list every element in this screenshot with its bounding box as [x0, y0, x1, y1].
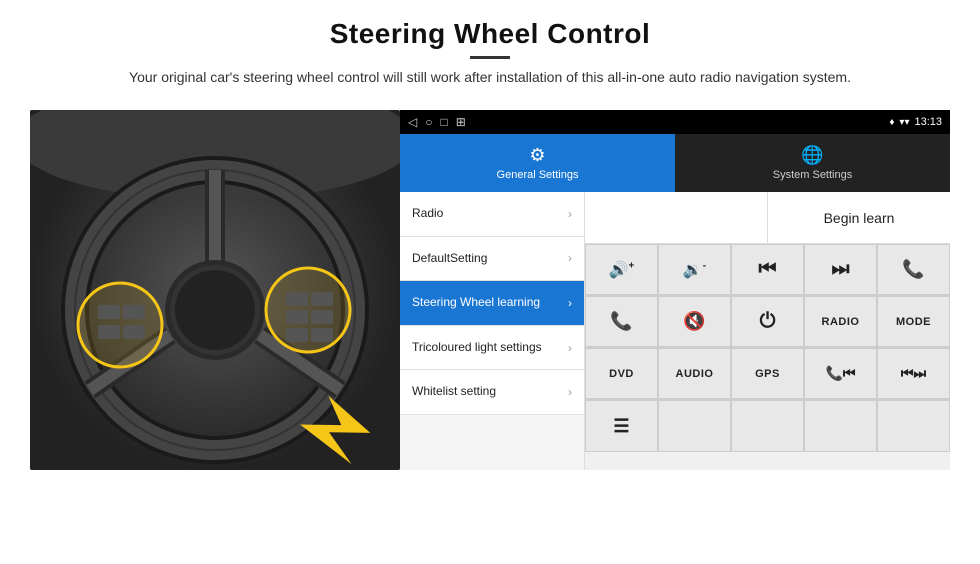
answer-icon: 📞	[610, 311, 632, 332]
volume-down-icon: 🔉-	[683, 260, 706, 280]
mute-button[interactable]: 🔇	[658, 296, 731, 347]
page-subtitle: Your original car's steering wheel contr…	[129, 67, 851, 88]
home-nav-icon[interactable]: ○	[425, 115, 432, 129]
menu-item-steering-wheel[interactable]: Steering Wheel learning ›	[400, 281, 584, 326]
title-divider	[470, 56, 510, 59]
begin-learn-button[interactable]: Begin learn	[768, 192, 950, 243]
mode-label: MODE	[896, 316, 931, 328]
menu-nav-icon[interactable]: ⊞	[456, 115, 466, 129]
back-nav-icon[interactable]: ◁	[408, 115, 417, 129]
prev-track-button[interactable]: ⏮	[731, 244, 804, 295]
dvd-label: DVD	[609, 368, 634, 380]
dvd-button[interactable]: DVD	[585, 348, 658, 399]
page-container: Steering Wheel Control Your original car…	[0, 0, 980, 564]
answer-button[interactable]: 📞	[585, 296, 658, 347]
empty-slot	[585, 192, 768, 243]
volume-down-button[interactable]: 🔉-	[658, 244, 731, 295]
tab-bar: ⚙ General Settings 🌐 System Settings	[400, 134, 950, 192]
chevron-right-icon: ›	[568, 251, 572, 265]
chevron-right-icon: ›	[568, 385, 572, 399]
tab-system-label: System Settings	[773, 169, 852, 181]
settings-menu: Radio › DefaultSetting › Steering Wheel …	[400, 192, 585, 470]
next-track-button[interactable]: ⏭	[804, 244, 877, 295]
menu-item-tricolour[interactable]: Tricoloured light settings ›	[400, 326, 584, 371]
controls-top-row: Begin learn	[585, 192, 950, 244]
android-panel: ◁ ○ □ ⊞ ♦ ▾▾ 13:13 ⚙ General Settings	[400, 110, 950, 470]
prev-track-icon: ⏮	[759, 258, 777, 281]
volume-up-button[interactable]: 🔊+	[585, 244, 658, 295]
status-bar-right: ♦ ▾▾ 13:13	[889, 116, 942, 128]
skip-button[interactable]: ⏮⏭	[877, 348, 950, 399]
mute-icon: 🔇	[683, 311, 705, 332]
audio-label: AUDIO	[676, 368, 714, 380]
radio-label: RADIO	[822, 316, 860, 328]
empty-btn-3	[731, 400, 804, 452]
radio-mode-button[interactable]: RADIO	[804, 296, 877, 347]
globe-settings-icon: 🌐	[801, 145, 823, 166]
volume-up-icon: 🔊+	[609, 260, 635, 280]
page-title: Steering Wheel Control	[129, 18, 851, 50]
gps-button[interactable]: GPS	[731, 348, 804, 399]
menu-item-whitelist[interactable]: Whitelist setting ›	[400, 370, 584, 415]
status-time: 13:13	[914, 116, 942, 128]
empty-btn-5	[877, 400, 950, 452]
content-area: ◁ ○ □ ⊞ ♦ ▾▾ 13:13 ⚙ General Settings	[30, 110, 950, 470]
chevron-right-icon: ›	[568, 296, 572, 310]
menu-item-radio[interactable]: Radio ›	[400, 192, 584, 237]
tab-general-settings[interactable]: ⚙ General Settings	[400, 134, 675, 192]
audio-button[interactable]: AUDIO	[658, 348, 731, 399]
skip-icon: ⏮⏭	[901, 365, 926, 382]
steering-wheel-photo	[30, 110, 400, 470]
tab-general-label: General Settings	[497, 169, 579, 181]
gear-settings-icon: ⚙	[529, 145, 545, 166]
recents-nav-icon[interactable]: □	[440, 115, 447, 129]
phone-prev-icon: 📞⏮	[825, 365, 855, 382]
mode-button[interactable]: MODE	[877, 296, 950, 347]
chevron-right-icon: ›	[568, 341, 572, 355]
steering-wheel-controls: Begin learn 🔊+ 🔉- ⏮	[585, 192, 950, 470]
location-icon: ♦	[889, 117, 894, 128]
next-track-icon: ⏭	[832, 258, 850, 281]
empty-btn-4	[804, 400, 877, 452]
phone-prev-button[interactable]: 📞⏮	[804, 348, 877, 399]
phone-button[interactable]: 📞	[877, 244, 950, 295]
android-main: Radio › DefaultSetting › Steering Wheel …	[400, 192, 950, 470]
power-button[interactable]: ⏻	[731, 296, 804, 347]
empty-btn-2	[658, 400, 731, 452]
title-section: Steering Wheel Control Your original car…	[129, 18, 851, 88]
phone-icon: 📞	[902, 259, 924, 280]
power-icon: ⏻	[760, 310, 776, 333]
gps-label: GPS	[755, 368, 780, 380]
chevron-right-icon: ›	[568, 207, 572, 221]
wifi-icon: ▾▾	[899, 117, 909, 128]
nav-icons: ◁ ○ □ ⊞	[408, 115, 466, 129]
tab-system-settings[interactable]: 🌐 System Settings	[675, 134, 950, 192]
menu-item-default-setting[interactable]: DefaultSetting ›	[400, 237, 584, 282]
list-icon: ☰	[613, 416, 629, 437]
status-bar: ◁ ○ □ ⊞ ♦ ▾▾ 13:13	[400, 110, 950, 134]
list-icon-button[interactable]: ☰	[585, 400, 658, 452]
